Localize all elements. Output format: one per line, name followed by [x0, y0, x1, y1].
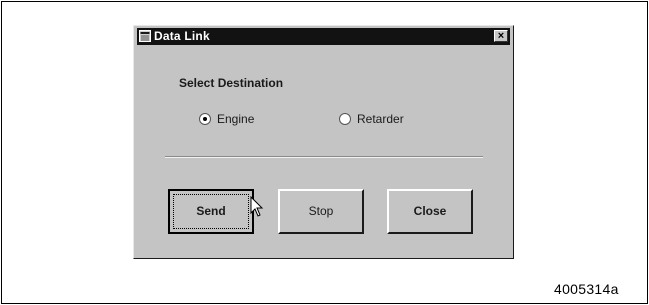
figure-frame: Data Link × Select Destination Engine Re… [1, 1, 648, 304]
send-button[interactable]: Send [168, 189, 254, 234]
close-button[interactable]: Close [387, 189, 473, 234]
close-window-button[interactable]: × [494, 30, 508, 42]
radio-engine-indicator[interactable] [199, 113, 211, 125]
close-icon: × [497, 30, 505, 42]
radio-retarder[interactable]: Retarder [339, 112, 429, 128]
stop-button[interactable]: Stop [278, 189, 364, 234]
select-destination-label: Select Destination [179, 76, 284, 90]
close-button-label: Close [413, 204, 447, 218]
radio-retarder-label: Retarder [357, 112, 404, 126]
mouse-pointer-icon [250, 196, 264, 217]
figure-reference-number: 4005314a [554, 281, 619, 297]
app-window-icon [139, 30, 151, 42]
focus-rectangle [173, 194, 249, 229]
radio-engine[interactable]: Engine [199, 112, 279, 128]
radio-retarder-indicator[interactable] [339, 113, 351, 125]
data-link-dialog: Data Link × Select Destination Engine Re… [133, 25, 514, 259]
stop-button-label: Stop [308, 204, 334, 218]
separator-line [165, 156, 483, 158]
title-bar[interactable]: Data Link × [137, 28, 510, 45]
radio-engine-label: Engine [217, 112, 255, 126]
window-title: Data Link [154, 29, 210, 43]
